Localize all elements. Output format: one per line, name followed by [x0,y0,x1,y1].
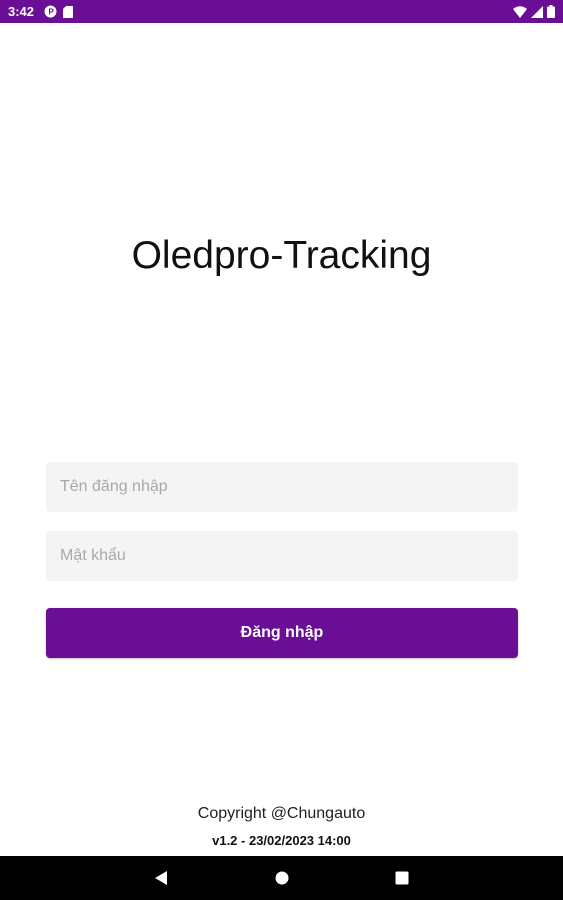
back-icon[interactable] [151,868,171,888]
sd-card-icon [63,5,73,18]
wifi-icon [513,5,527,18]
status-time: 3:42 [8,4,35,19]
app-title: Oledpro-Tracking [131,234,432,277]
signal-icon [531,5,543,18]
version-text: v1.2 - 23/02/2023 14:00 [212,833,351,848]
status-left-icons [44,5,73,18]
battery-icon [547,5,555,18]
status-right-icons [513,5,555,18]
navigation-bar [0,856,563,900]
home-icon[interactable] [272,868,292,888]
password-field[interactable] [46,531,518,581]
recents-icon[interactable] [392,868,412,888]
notification-badge-icon [44,5,57,18]
username-field[interactable] [46,462,518,512]
status-bar: 3:42 [0,0,563,23]
login-button[interactable]: Đăng nhập [46,608,518,658]
copyright-text: Copyright @Chungauto [197,805,366,822]
